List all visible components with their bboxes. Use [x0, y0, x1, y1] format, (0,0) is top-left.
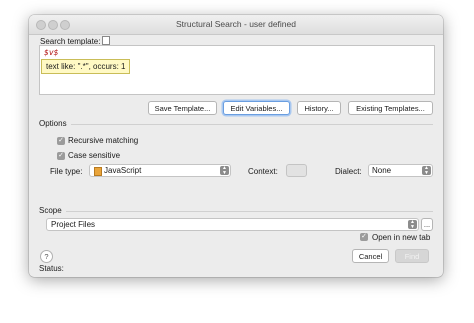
- file-type-label: File type:: [50, 167, 83, 176]
- context-label: Context:: [248, 167, 278, 176]
- recursive-matching-label: Recursive matching: [68, 136, 139, 145]
- chevron-up-down-icon: ▲ ▼: [408, 220, 417, 229]
- scope-divider: [66, 211, 433, 212]
- help-button[interactable]: ?: [40, 250, 53, 263]
- cancel-button[interactable]: Cancel: [352, 249, 389, 263]
- recursive-matching-checkbox[interactable]: ✓: [57, 137, 65, 145]
- save-template-button[interactable]: Save Template...: [148, 101, 217, 115]
- history-button[interactable]: History...: [297, 101, 341, 115]
- javascript-file-icon: [94, 167, 102, 176]
- dialect-label: Dialect:: [335, 167, 362, 176]
- chevron-up-down-icon: ▲ ▼: [220, 166, 229, 175]
- options-header: Options: [39, 119, 67, 128]
- dialect-select[interactable]: None ▲ ▼: [368, 164, 433, 177]
- open-in-new-tab-label: Open in new tab: [372, 233, 431, 242]
- edit-variables-button[interactable]: Edit Variables...: [223, 101, 290, 115]
- context-select[interactable]: [286, 164, 307, 177]
- search-template-editor[interactable]: $v$ text like: ".*", occurs: 1: [39, 45, 435, 95]
- window-title: Structural Search - user defined: [175, 19, 296, 29]
- structural-search-dialog: Structural Search - user defined Search …: [29, 15, 443, 277]
- case-sensitive-label: Case sensitive: [68, 151, 121, 160]
- scope-header: Scope: [39, 206, 62, 215]
- open-in-new-tab-checkbox[interactable]: ✓: [360, 233, 368, 241]
- dialect-value: None: [372, 166, 392, 175]
- template-options-icon[interactable]: [102, 36, 110, 45]
- browse-scope-button[interactable]: ...: [421, 218, 433, 231]
- scope-value: Project Files: [51, 220, 96, 229]
- scope-select[interactable]: Project Files ▲ ▼: [46, 218, 419, 231]
- status-label: Status:: [39, 264, 64, 273]
- find-button[interactable]: Find: [395, 249, 429, 263]
- options-divider: [71, 124, 433, 125]
- file-type-select[interactable]: JavaScript ▲ ▼: [89, 164, 231, 177]
- title-bar: Structural Search - user defined: [29, 15, 443, 35]
- case-sensitive-checkbox[interactable]: ✓: [57, 152, 65, 160]
- file-type-value: JavaScript: [104, 166, 142, 175]
- variable-tooltip: text like: ".*", occurs: 1: [41, 59, 131, 74]
- chevron-up-down-icon: ▲ ▼: [422, 166, 431, 175]
- existing-templates-button[interactable]: Existing Templates...: [348, 101, 433, 115]
- template-variable[interactable]: $v$: [44, 48, 58, 57]
